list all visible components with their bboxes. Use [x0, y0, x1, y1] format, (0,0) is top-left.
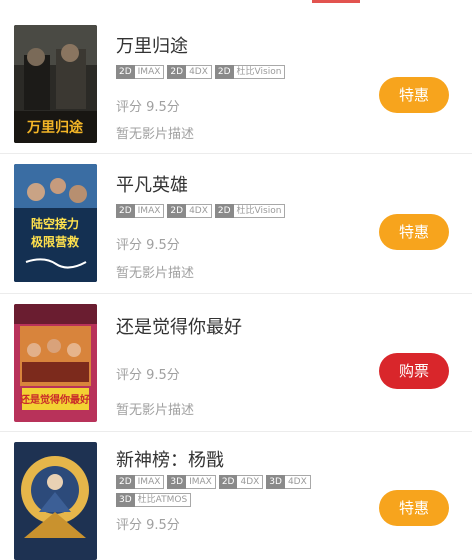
tag-dimension: 2D — [116, 204, 135, 218]
tag-format: 杜比Vision — [233, 204, 286, 218]
svg-text:极限营救: 极限营救 — [31, 234, 79, 249]
format-tag: 2D 4DX — [218, 475, 264, 489]
format-tags: 2D IMAX 3D IMAX 2D 4DX 3D 4DX 3D 杜比ATMOS — [116, 475, 356, 511]
discount-button[interactable]: 特惠 — [379, 77, 449, 113]
tag-format: 4DX — [186, 204, 212, 218]
tag-dimension: 3D — [266, 475, 285, 489]
movie-score: 评分 9.5分 — [116, 518, 180, 533]
movie-poster[interactable] — [14, 442, 97, 560]
movie-title[interactable]: 还是觉得你最好 — [116, 313, 242, 339]
tag-dimension: 2D — [218, 475, 238, 489]
movie-description: 暂无影片描述 — [116, 403, 195, 418]
tag-format: 杜比ATMOS — [134, 493, 192, 507]
format-tag: 3D 杜比ATMOS — [116, 493, 192, 507]
tag-dimension: 3D — [116, 493, 135, 507]
movie-title[interactable]: 新神榜：杨戬 — [116, 446, 224, 472]
movie-poster[interactable]: 还是觉得你最好 — [14, 304, 97, 422]
format-tag: 3D 4DX — [266, 475, 311, 489]
buy-ticket-button[interactable]: 购票 — [379, 353, 449, 389]
poster-title-text: 万里归途 — [26, 119, 84, 136]
discount-button[interactable]: 特惠 — [379, 214, 449, 250]
format-tag: 2D 4DX — [167, 65, 212, 79]
tag-dimension: 2D — [214, 204, 234, 218]
movie-title[interactable]: 万里归途 — [116, 32, 188, 58]
format-tags: 2D IMAX 2D 4DX 2D 杜比Vision — [116, 204, 356, 222]
tag-format: 4DX — [284, 475, 311, 489]
format-tag: 2D 杜比Vision — [214, 65, 286, 79]
tag-format: 4DX — [186, 65, 212, 79]
movie-item-2[interactable]: 还是觉得你最好 还是觉得你最好 评分 9.5分 暂无影片描述 购票 — [0, 294, 472, 431]
tag-dimension: 2D — [167, 204, 187, 218]
discount-button[interactable]: 特惠 — [379, 490, 449, 526]
tag-dimension: 3D — [167, 475, 187, 489]
tag-dimension: 2D — [167, 65, 187, 79]
svg-text:还是觉得你最好: 还是觉得你最好 — [19, 393, 90, 406]
svg-text:陆空接力: 陆空接力 — [31, 216, 79, 231]
movie-poster[interactable]: 陆空接力 极限营救 — [14, 164, 97, 282]
movie-score: 评分 9.5分 — [116, 100, 180, 115]
movie-description: 暂无影片描述 — [116, 127, 195, 142]
tag-dimension: 2D — [214, 65, 234, 79]
tag-format: 杜比Vision — [233, 65, 286, 79]
format-tag: 2D IMAX — [116, 475, 165, 489]
movie-item-3[interactable]: 新神榜：杨戬 2D IMAX 3D IMAX 2D 4DX 3D 4DX 3D 杜比ATMOS 评… — [0, 432, 472, 560]
tag-format: IMAX — [134, 65, 165, 79]
tag-format: IMAX — [134, 475, 165, 489]
tag-format: IMAX — [186, 475, 216, 489]
format-tag: 3D IMAX — [167, 475, 216, 489]
format-tag: 2D 4DX — [167, 204, 212, 218]
format-tag: 2D 杜比Vision — [214, 204, 286, 218]
format-tag: 2D IMAX — [116, 65, 165, 79]
tag-format: 4DX — [237, 475, 264, 489]
movie-score: 评分 9.5分 — [116, 368, 180, 383]
movie-description: 暂无影片描述 — [116, 266, 195, 281]
tag-format: IMAX — [134, 204, 165, 218]
movie-title[interactable]: 平凡英雄 — [116, 171, 188, 197]
movie-item-1[interactable]: 陆空接力 极限营救 平凡英雄 2D IMAX 2D 4DX 2D 杜比Vision 评分 … — [0, 154, 472, 293]
tag-dimension: 2D — [116, 475, 135, 489]
format-tag: 2D IMAX — [116, 204, 165, 218]
movie-poster[interactable]: 万里归途 — [14, 25, 97, 143]
format-tags: 2D IMAX 2D 4DX 2D 杜比Vision — [116, 65, 356, 83]
tag-dimension: 2D — [116, 65, 135, 79]
movie-score: 评分 9.5分 — [116, 238, 180, 253]
movie-item-0[interactable]: 万里归途 万里归途 2D IMAX 2D 4DX 2D 杜比Vision 评分 9.5分 … — [0, 0, 472, 153]
